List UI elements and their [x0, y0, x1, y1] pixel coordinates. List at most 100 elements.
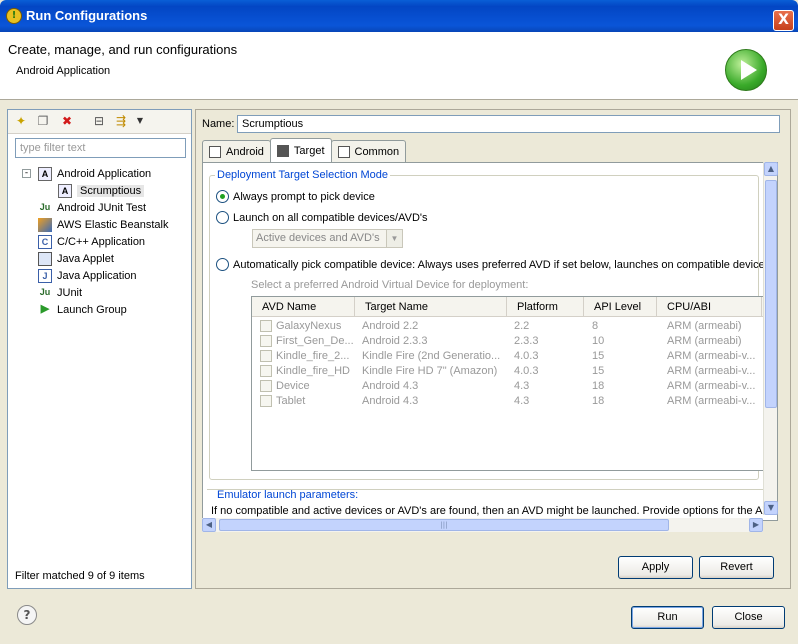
- radio-button[interactable]: [216, 190, 229, 203]
- device-filter-value: Active devices and AVD's: [256, 232, 380, 244]
- tree-item-android-junit-test[interactable]: Ju Android JUnit Test: [38, 199, 146, 216]
- android-app-icon: A: [38, 166, 52, 181]
- table-row[interactable]: Device Android 4.3 4.3 18 ARM (armeabi-v...: [252, 379, 764, 394]
- run-button[interactable]: Run: [631, 606, 704, 629]
- window-title: Run Configurations: [26, 8, 148, 23]
- avd-row-checkbox[interactable]: [260, 365, 272, 377]
- dialog-heading: Create, manage, and run configurations: [8, 42, 238, 57]
- scroll-left-icon[interactable]: ◀: [202, 518, 216, 532]
- table-cell: Android 2.2: [362, 320, 419, 332]
- table-cell: 10: [592, 335, 605, 347]
- avd-row-checkbox[interactable]: [260, 395, 272, 407]
- tree-item-cpp-application[interactable]: C C/C++ Application: [38, 233, 145, 250]
- revert-button[interactable]: Revert: [699, 556, 774, 579]
- horizontal-scrollbar[interactable]: ◀ ||| ▶: [202, 518, 763, 532]
- column-header-target-name[interactable]: Target Name: [355, 297, 507, 317]
- device-filter-select[interactable]: Active devices and AVD's ▼: [252, 229, 403, 248]
- tab-target[interactable]: Target: [269, 138, 332, 162]
- scroll-up-icon[interactable]: ▲: [764, 162, 778, 176]
- table-cell: 8: [592, 320, 599, 332]
- tab-android[interactable]: Android: [202, 140, 271, 162]
- tree-item-junit[interactable]: Ju JUnit: [38, 284, 82, 301]
- table-row[interactable]: Kindle_fire_2... Kindle Fire (2nd Generat…: [252, 349, 764, 364]
- android-tab-icon: [209, 145, 221, 158]
- tab-common[interactable]: Common: [330, 140, 407, 162]
- scroll-right-icon[interactable]: ▶: [749, 518, 763, 532]
- apply-button[interactable]: Apply: [618, 556, 693, 579]
- collapse-android-application-icon[interactable]: -: [22, 169, 31, 178]
- target-tab-content: Deployment Target Selection Mode Always …: [202, 162, 778, 521]
- tree-item-aws-elastic-beanstalk[interactable]: AWS Elastic Beanstalk: [38, 216, 168, 233]
- avd-row-checkbox[interactable]: [260, 335, 272, 347]
- tree-item-label: Launch Group: [57, 303, 127, 316]
- radio-button[interactable]: [216, 258, 229, 271]
- scroll-down-icon[interactable]: ▼: [764, 501, 778, 515]
- radio-auto-pick[interactable]: Automatically pick compatible device: Al…: [216, 258, 775, 271]
- radio-launch-all[interactable]: Launch on all compatible devices/AVD's: [216, 211, 428, 224]
- table-row[interactable]: Kindle_fire_HD Kindle Fire HD 7" (Amazon)…: [252, 364, 764, 379]
- tree-item-java-applet[interactable]: Java Applet: [38, 250, 114, 267]
- table-cell: 2.2: [514, 320, 530, 332]
- emulator-params-title: Emulator launch parameters:: [217, 489, 359, 501]
- table-cell: ARM (armeabi): [667, 335, 742, 347]
- filter-menu-chevron-icon[interactable]: ▼: [132, 113, 148, 129]
- radio-label: Automatically pick compatible device: Al…: [233, 258, 776, 271]
- tree-item-label: Java Applet: [57, 252, 114, 265]
- avd-row-checkbox[interactable]: [260, 350, 272, 362]
- filter-input[interactable]: type filter text: [15, 138, 186, 158]
- table-cell: Kindle_fire_2...: [276, 350, 350, 362]
- collapse-all-icon[interactable]: ⊟: [91, 113, 107, 129]
- horizontal-scroll-thumb[interactable]: |||: [219, 519, 669, 531]
- table-cell: 15: [592, 365, 605, 377]
- table-cell: 4.3: [514, 380, 530, 392]
- tree-item-android-application[interactable]: A Android Application: [38, 165, 151, 182]
- table-cell: 4.3: [514, 395, 530, 407]
- column-header-avd-name[interactable]: AVD Name: [252, 297, 355, 317]
- table-cell: Kindle_fire_HD: [276, 365, 350, 377]
- vertical-scrollbar[interactable]: ▲ ▼: [763, 162, 778, 515]
- avd-table-header: AVD Name Target Name Platform API Level …: [252, 297, 764, 317]
- android-app-icon: A: [58, 183, 72, 198]
- table-row[interactable]: GalaxyNexus Android 2.2 2.2 8 ARM (armeabi): [252, 319, 764, 334]
- table-cell: Android 2.3.3: [362, 335, 428, 347]
- duplicate-configuration-icon[interactable]: ❐: [35, 113, 51, 129]
- table-cell: 18: [592, 380, 605, 392]
- table-row[interactable]: First_Gen_De... Android 2.3.3 2.3.3 10 ARM (…: [252, 334, 764, 349]
- radio-button[interactable]: [216, 211, 229, 224]
- table-row[interactable]: Tablet Android 4.3 4.3 18 ARM (armeabi-v...: [252, 394, 764, 409]
- column-header-cpu-abi[interactable]: CPU/ABI: [657, 297, 762, 317]
- column-header-platform[interactable]: Platform: [507, 297, 584, 317]
- eclipse-app-icon: !: [6, 8, 22, 24]
- tree-item-launch-group[interactable]: ▶ Launch Group: [38, 301, 127, 318]
- tree-item-java-application[interactable]: J Java Application: [38, 267, 137, 284]
- radio-always-prompt[interactable]: Always prompt to pick device: [216, 190, 375, 203]
- column-header-api-level[interactable]: API Level: [584, 297, 657, 317]
- tree-item-scrumptious[interactable]: A Scrumptious: [58, 182, 145, 199]
- table-cell: Kindle Fire (2nd Generatio...: [362, 350, 501, 362]
- filter-configurations-icon[interactable]: ⇶: [113, 113, 129, 129]
- table-cell: Tablet: [276, 395, 306, 407]
- close-window-button[interactable]: X: [773, 10, 794, 31]
- emulator-params-text: If no compatible and active devices or A…: [211, 505, 765, 517]
- radio-label: Always prompt to pick device: [233, 190, 375, 203]
- table-cell: ARM (armeabi-v...: [667, 380, 756, 392]
- avd-row-checkbox[interactable]: [260, 380, 272, 392]
- name-field[interactable]: Scrumptious: [237, 115, 780, 133]
- radio-label: Launch on all compatible devices/AVD's: [233, 211, 428, 224]
- tab-label: Android: [226, 145, 264, 158]
- avd-row-checkbox[interactable]: [260, 320, 272, 332]
- help-icon[interactable]: ?: [17, 605, 37, 625]
- delete-configuration-icon[interactable]: ✖: [59, 113, 75, 129]
- close-button[interactable]: Close: [712, 606, 785, 629]
- launch-group-icon: ▶: [40, 302, 50, 315]
- deployment-mode-title: Deployment Target Selection Mode: [215, 169, 391, 181]
- name-label: Name:: [202, 118, 235, 130]
- new-configuration-icon[interactable]: ✦: [13, 113, 29, 129]
- avd-table: AVD Name Target Name Platform API Level …: [251, 296, 765, 471]
- avd-caption: Select a preferred Android Virtual Devic…: [251, 279, 529, 291]
- common-tab-icon: [337, 145, 350, 158]
- junit-icon: Ju: [39, 286, 51, 297]
- table-cell: ARM (armeabi-v...: [667, 365, 756, 377]
- vertical-scroll-thumb[interactable]: [765, 180, 777, 408]
- junit-icon: Ju: [39, 201, 51, 212]
